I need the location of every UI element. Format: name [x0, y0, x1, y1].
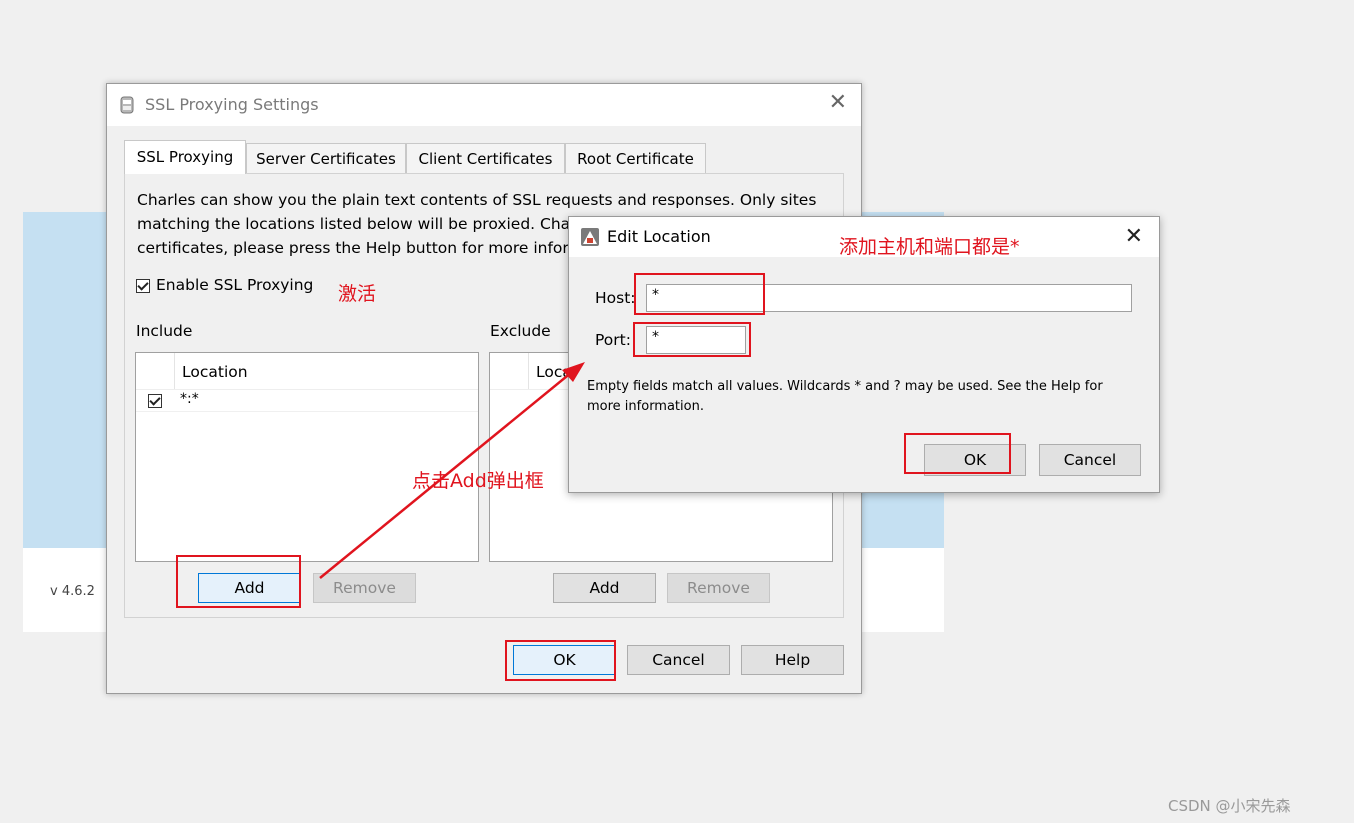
table-row[interactable]: *:*: [136, 389, 478, 412]
include-label: Include: [136, 322, 193, 340]
annotation-activate: 激活: [338, 283, 377, 305]
tab-ssl-proxying[interactable]: SSL Proxying: [124, 140, 246, 174]
annotation-box-host: [634, 273, 765, 315]
include-remove-button[interactable]: Remove: [313, 573, 416, 603]
tab-client-certificates[interactable]: Client Certificates: [406, 143, 565, 173]
include-list-header: Location: [136, 353, 478, 390]
enable-ssl-label: Enable SSL Proxying: [156, 276, 314, 294]
cancel-button[interactable]: Cancel: [627, 645, 730, 675]
watermark: CSDN @小宋先森: [1168, 797, 1291, 815]
annotation-box-ok: [505, 640, 616, 681]
close-icon[interactable]: ✕: [1125, 226, 1143, 248]
row-checkbox-icon[interactable]: [148, 394, 162, 408]
annotation-add-popup: 点击Add弹出框: [412, 470, 544, 492]
exclude-add-button[interactable]: Add: [553, 573, 656, 603]
enable-ssl-proxying-checkbox[interactable]: Enable SSL Proxying: [136, 276, 313, 294]
tab-server-certificates[interactable]: Server Certificates: [246, 143, 406, 173]
include-list[interactable]: Location *:*: [135, 352, 479, 562]
column-separator: [174, 353, 175, 389]
help-button[interactable]: Help: [741, 645, 844, 675]
host-label: Host:: [595, 289, 636, 307]
column-separator: [528, 353, 529, 389]
annotation-host-port: 添加主机和端口都是*: [839, 236, 1020, 258]
dialog-titlebar: SSL Proxying Settings ✕: [107, 84, 861, 126]
wildcard-hint: Empty fields match all values. Wildcards…: [587, 379, 1103, 414]
edit-cancel-button[interactable]: Cancel: [1039, 444, 1141, 476]
annotation-box-edit-ok: [904, 433, 1011, 474]
annotation-box-port: [633, 322, 751, 357]
port-label: Port:: [595, 331, 631, 349]
include-location-column[interactable]: Location: [182, 363, 248, 381]
close-icon[interactable]: ✕: [829, 92, 847, 114]
checkbox-checked-icon[interactable]: [136, 278, 150, 293]
charles-app-icon: [581, 228, 599, 246]
annotation-box-add: [176, 555, 301, 608]
tab-root-certificate[interactable]: Root Certificate: [565, 143, 706, 173]
edit-location-title: Edit Location: [607, 227, 711, 246]
row-location: *:*: [180, 391, 199, 407]
exclude-label: Exclude: [490, 322, 551, 340]
charles-app-icon: [120, 96, 134, 114]
version-label: v 4.6.2: [50, 584, 95, 599]
dialog-title: SSL Proxying Settings: [145, 95, 319, 114]
exclude-remove-button[interactable]: Remove: [667, 573, 770, 603]
